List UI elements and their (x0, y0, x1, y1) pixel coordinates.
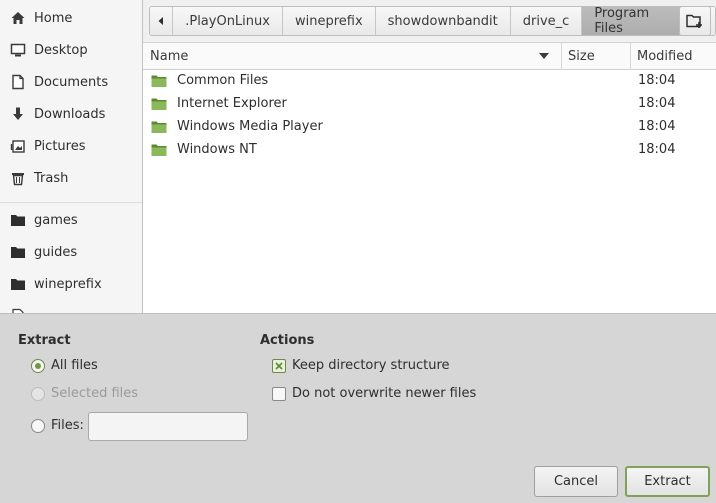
sidebar-item-pictures[interactable]: Pictures (0, 132, 142, 160)
extract-options-panel: Extract All files Selected files Files: … (0, 313, 716, 503)
file-name: Windows Media Player (177, 119, 323, 134)
file-list: Name Size Modified Common Files 18:04 In… (143, 42, 716, 313)
sidebar-item-label: Downloads (34, 106, 106, 122)
sidebar-item-documents[interactable]: Documents (0, 68, 142, 96)
table-row[interactable]: Common Files 18:04 (143, 70, 716, 93)
desktop-icon (10, 42, 26, 58)
actions-section-title: Actions (260, 333, 315, 348)
sidebar-item-label: Trash (34, 170, 69, 186)
keep-directory-structure-checkbox[interactable]: Keep directory structure (272, 358, 450, 373)
folder-icon (151, 96, 167, 112)
sidebar-item-label: guides (34, 244, 78, 260)
all-files-radio[interactable]: All files (31, 358, 98, 373)
cancel-button[interactable]: Cancel (534, 466, 618, 497)
downloads-icon (10, 106, 26, 122)
breadcrumb: .PlayOnLinux wineprefix showdownbandit d… (149, 6, 716, 36)
sidebar-item-downloads[interactable]: Downloads (0, 100, 142, 128)
crumb-drive-c[interactable]: drive_c (510, 7, 583, 35)
column-modified[interactable]: Modified (630, 43, 716, 70)
radio-unchecked-icon (31, 386, 45, 401)
sidebar-item-trash[interactable]: Trash (0, 164, 142, 192)
selected-files-label: Selected files (51, 386, 139, 401)
table-row[interactable]: Windows Media Player 18:04 (143, 116, 716, 139)
radio-unchecked-icon (31, 418, 45, 433)
files-pattern-input[interactable] (88, 412, 248, 441)
file-modified: 18:04 (638, 119, 676, 134)
all-files-label: All files (51, 358, 98, 373)
do-not-overwrite-label: Do not overwrite newer files (292, 386, 477, 401)
column-name-label: Name (150, 49, 189, 64)
folder-icon (10, 244, 26, 260)
sidebar-item-label: games (34, 212, 78, 228)
extract-button[interactable]: Extract (625, 466, 710, 497)
sidebar-item-home[interactable]: Home (0, 4, 142, 32)
sidebar-item-label: Documents (34, 74, 109, 90)
table-row[interactable]: Internet Explorer 18:04 (143, 93, 716, 116)
crumb-showdownbandit[interactable]: showdownbandit (375, 7, 511, 35)
new-folder-button[interactable] (679, 6, 711, 36)
pictures-icon (10, 138, 26, 154)
column-size[interactable]: Size (561, 43, 630, 70)
extract-section-title: Extract (18, 333, 71, 348)
sidebar-item-more[interactable] (0, 302, 142, 313)
trash-icon (10, 170, 26, 186)
sidebar-item-desktop[interactable]: Desktop (0, 36, 142, 64)
folder-icon (151, 142, 167, 158)
files-label: Files: (51, 418, 84, 433)
sort-descending-icon (539, 53, 549, 59)
home-icon (10, 10, 26, 26)
file-modified: 18:04 (638, 73, 676, 88)
file-name: Common Files (177, 73, 269, 88)
scroll-left-button[interactable] (150, 7, 174, 35)
files-radio[interactable]: Files: (31, 418, 84, 433)
sidebar-separator (0, 202, 142, 203)
sidebar-item-label: wineprefix (34, 276, 102, 292)
checkbox-unchecked-icon (272, 386, 286, 401)
sidebar-item-wineprefix[interactable]: wineprefix (0, 270, 142, 298)
checkbox-checked-icon (272, 358, 286, 373)
sidebar-item-label: Home (34, 10, 73, 26)
file-name: Windows NT (177, 142, 257, 157)
file-modified: 18:04 (638, 142, 676, 157)
file-name: Internet Explorer (177, 96, 287, 111)
documents-icon (10, 74, 26, 90)
folder-icon (10, 276, 26, 292)
crumb-wineprefix[interactable]: wineprefix (282, 7, 376, 35)
radio-checked-icon (31, 358, 45, 373)
do-not-overwrite-checkbox[interactable]: Do not overwrite newer files (272, 386, 476, 401)
sidebar-item-guides[interactable]: guides (0, 238, 142, 266)
file-modified: 18:04 (638, 96, 676, 111)
sidebar-item-label: Desktop (34, 42, 88, 58)
chevron-left-icon (158, 17, 164, 25)
folder-icon (151, 73, 167, 89)
crumb-program-files[interactable]: Program Files (582, 7, 692, 35)
keep-directory-structure-label: Keep directory structure (292, 358, 450, 373)
folder-icon (151, 119, 167, 135)
places-sidebar: Home Desktop Documents Downloads Picture… (0, 0, 142, 313)
new-folder-icon (686, 14, 702, 28)
sidebar-item-games[interactable]: games (0, 206, 142, 234)
column-name[interactable]: Name (143, 43, 561, 70)
column-header: Name Size Modified (143, 42, 716, 70)
folder-icon (10, 212, 26, 228)
sidebar-item-label: Pictures (34, 138, 86, 154)
selected-files-radio[interactable]: Selected files (31, 386, 138, 401)
table-row[interactable]: Windows NT 18:04 (143, 139, 716, 162)
path-bar: .PlayOnLinux wineprefix showdownbandit d… (143, 0, 716, 42)
crumb-playonlinux[interactable]: .PlayOnLinux (173, 7, 283, 35)
